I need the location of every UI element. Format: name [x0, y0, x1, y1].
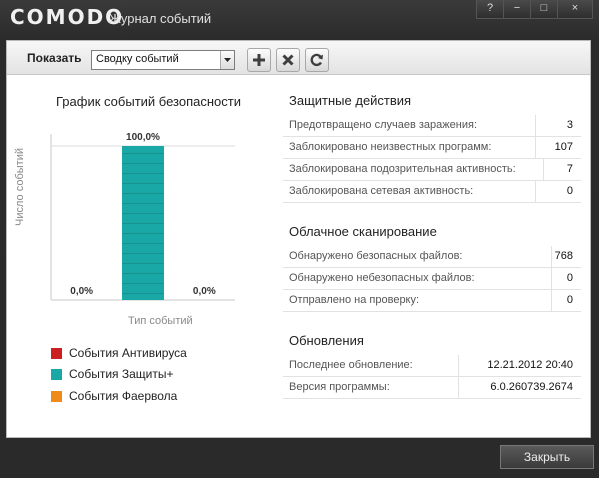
row-label: Отправлено на проверку: — [289, 294, 420, 306]
legend-swatch-defense — [51, 369, 62, 380]
chart-y-axis-label: Число событий — [14, 148, 26, 226]
row-value: 768 — [554, 250, 573, 262]
help-button[interactable]: ? — [476, 0, 504, 19]
plus-icon — [253, 54, 265, 66]
show-label: Показать — [27, 51, 82, 65]
table-row: Отправлено на проверку: 0 — [283, 290, 581, 312]
table-row: Предотвращено случаев заражения: 3 — [283, 115, 581, 137]
chart-data-label: 0,0% — [70, 286, 93, 297]
row-label: Обнаружено безопасных файлов: — [289, 250, 463, 262]
comodo-logo: COMODO — [10, 5, 125, 29]
chart-title: График событий безопасности — [56, 94, 241, 109]
row-value: 6.0.260739.2674 — [490, 381, 573, 393]
row-label: Версия программы: — [289, 381, 390, 393]
table-row: Обнаружено небезопасных файлов: 0 — [283, 268, 581, 290]
add-button[interactable] — [247, 48, 271, 72]
table-row: Заблокирована сетевая активность: 0 — [283, 181, 581, 203]
chevron-down-icon[interactable] — [220, 51, 234, 69]
row-label: Заблокирована сетевая активность: — [289, 185, 474, 197]
chart-data-label: 0,0% — [193, 286, 216, 297]
table-row: Заблокирована подозрительная активность:… — [283, 159, 581, 181]
legend-swatch-firewall — [51, 391, 62, 402]
table-row: Последнее обновление: 12.21.2012 20:40 — [283, 355, 581, 377]
refresh-icon — [310, 53, 323, 67]
cloud-section-title: Облачное сканирование — [289, 224, 437, 239]
close-button[interactable]: Закрыть — [500, 445, 594, 469]
chart-data-label: 100,0% — [126, 132, 160, 143]
row-value: 7 — [566, 163, 573, 175]
minimize-button[interactable]: − — [503, 0, 531, 19]
legend-label-antivirus: События Антивируса — [69, 346, 187, 360]
refresh-button[interactable] — [305, 48, 329, 72]
legend-label-firewall: События Фаервола — [69, 389, 178, 403]
row-label: Последнее обновление: — [289, 359, 413, 371]
chart-bar-shading — [122, 146, 164, 300]
legend-label-defense: События Защиты+ — [69, 367, 174, 381]
maximize-button[interactable]: □ — [530, 0, 558, 19]
content-panel: Показать Сводку событий График событий б… — [6, 40, 591, 438]
table-row: Заблокировано неизвестных программ: 107 — [283, 137, 581, 159]
row-value: 12.21.2012 20:40 — [487, 359, 573, 371]
view-select-value: Сводку событий — [96, 53, 179, 65]
window-title: Журнал событий — [109, 11, 212, 26]
row-label: Заблокировано неизвестных программ: — [289, 141, 492, 153]
view-select[interactable]: Сводку событий — [91, 50, 235, 70]
row-value: 0 — [566, 185, 573, 197]
row-value: 107 — [554, 141, 573, 153]
row-value: 3 — [566, 119, 573, 131]
delete-button[interactable] — [276, 48, 300, 72]
window-controls: ? − □ × — [476, 0, 593, 19]
row-label: Обнаружено небезопасных файлов: — [289, 272, 475, 284]
legend-swatch-antivirus — [51, 348, 62, 359]
updates-section-title: Обновления — [289, 333, 364, 348]
table-row: Версия программы: 6.0.260739.2674 — [283, 377, 581, 399]
row-label: Предотвращено случаев заражения: — [289, 119, 477, 131]
toolbar: Показать Сводку событий — [7, 41, 590, 75]
row-label: Заблокирована подозрительная активность: — [289, 163, 516, 175]
bar-chart: 0,0% 100,0% 0,0% — [50, 132, 235, 301]
close-window-button[interactable]: × — [557, 0, 593, 19]
protection-section-title: Защитные действия — [289, 93, 412, 108]
table-row: Обнаружено безопасных файлов: 768 — [283, 246, 581, 268]
event-log-window: COMODO Журнал событий ? − □ × Показать С… — [0, 0, 599, 478]
delete-icon — [282, 54, 294, 66]
row-value: 0 — [566, 294, 573, 306]
row-value: 0 — [566, 272, 573, 284]
chart-x-axis-label: Тип событий — [128, 315, 193, 327]
